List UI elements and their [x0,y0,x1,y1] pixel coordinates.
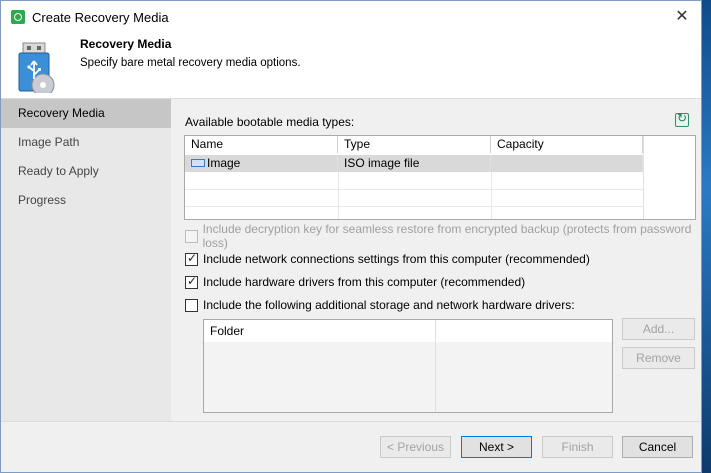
network-settings-label: Include network connections settings fro… [203,252,590,266]
window-title: Create Recovery Media [32,9,169,25]
media-types-label: Available bootable media types: [185,115,355,129]
column-divider [643,136,644,219]
add-folder-button[interactable]: Add... [622,318,695,340]
app-icon [11,10,25,24]
column-divider [435,320,436,412]
wizard-header: Recovery Media Specify bare metal recove… [1,33,701,99]
nav-item-ready-to-apply[interactable]: Ready to Apply [1,157,171,186]
option-decryption-key: Include decryption key for seamless rest… [185,222,701,250]
header-title: Recovery Media [80,37,172,51]
option-additional-drivers[interactable]: Include the following additional storage… [185,297,575,313]
cancel-button[interactable]: Cancel [622,436,693,458]
row-type-cell: ISO image file [338,155,491,172]
column-header-type[interactable]: Type [338,136,491,153]
table-header: Folder [204,320,612,342]
close-button[interactable]: ✕ [667,1,697,33]
remove-folder-button[interactable]: Remove [622,347,695,369]
column-header-capacity[interactable]: Capacity [491,136,643,153]
title-bar: Create Recovery Media ✕ [1,1,701,33]
row-name-cell: Image [185,155,338,172]
row-name-text: Image [207,156,241,170]
row-divider [185,189,643,190]
driver-folders-table[interactable]: Folder [203,319,613,413]
nav-item-recovery-media[interactable]: Recovery Media [1,99,171,128]
header-subtitle: Specify bare metal recovery media option… [80,57,301,69]
next-button[interactable]: Next > [461,436,532,458]
additional-drivers-checkbox[interactable] [185,298,198,312]
hardware-drivers-label: Include hardware drivers from this compu… [203,275,526,289]
column-divider [491,172,492,219]
previous-button[interactable]: < Previous [380,436,451,458]
column-divider [338,172,339,219]
folders-list[interactable] [204,342,612,412]
hardware-drivers-checkbox[interactable] [185,274,198,289]
content-panel: Available bootable media types: Name Typ… [171,99,701,421]
nav-item-progress[interactable]: Progress [1,186,171,215]
usb-drive-icon [18,42,55,93]
decryption-key-checkbox [185,229,198,243]
wizard-steps-nav: Recovery Media Image Path Ready to Apply… [1,99,171,421]
decryption-key-label: Include decryption key for seamless rest… [202,222,692,250]
network-settings-checkbox[interactable] [185,251,198,266]
wizard-footer: < Previous Next > Finish Cancel [1,421,701,472]
column-header-folder[interactable]: Folder [204,320,435,342]
row-divider [185,206,643,207]
option-hardware-drivers[interactable]: Include hardware drivers from this compu… [185,274,525,290]
image-file-icon [191,158,205,167]
table-row[interactable]: Image ISO image file [185,155,643,172]
additional-drivers-label: Include the following additional storage… [203,298,575,312]
desktop-background [702,0,711,473]
finish-button[interactable]: Finish [542,436,613,458]
nav-item-image-path[interactable]: Image Path [1,128,171,157]
column-header-name[interactable]: Name [185,136,338,153]
option-network-settings[interactable]: Include network connections settings fro… [185,251,590,267]
table-header: Name Type Capacity [185,136,695,153]
create-recovery-media-window: Create Recovery Media ✕ Recovery Media S… [0,0,702,473]
row-capacity-cell [491,155,643,172]
media-types-table[interactable]: Name Type Capacity Image ISO image file [184,135,696,220]
refresh-icon[interactable] [675,111,689,127]
